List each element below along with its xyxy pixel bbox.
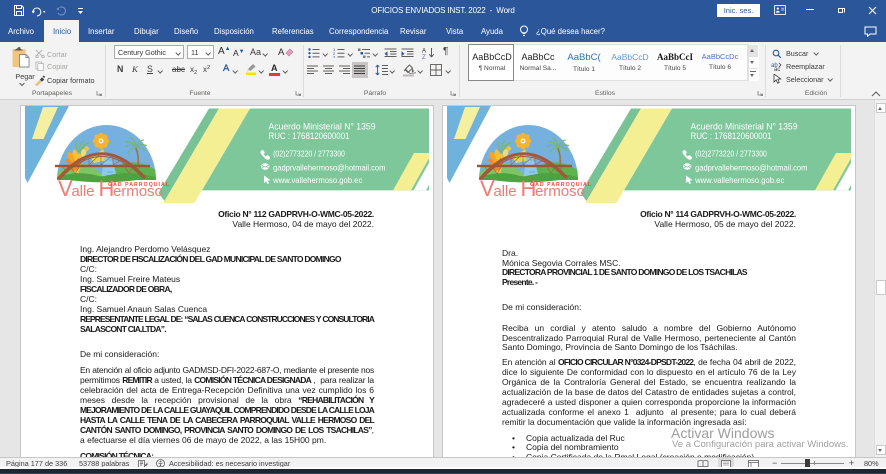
svg-text:ac: ac <box>774 67 780 71</box>
svg-text:Z: Z <box>422 55 426 59</box>
svg-text:A: A <box>422 49 426 55</box>
svg-text:3: 3 <box>333 55 336 59</box>
